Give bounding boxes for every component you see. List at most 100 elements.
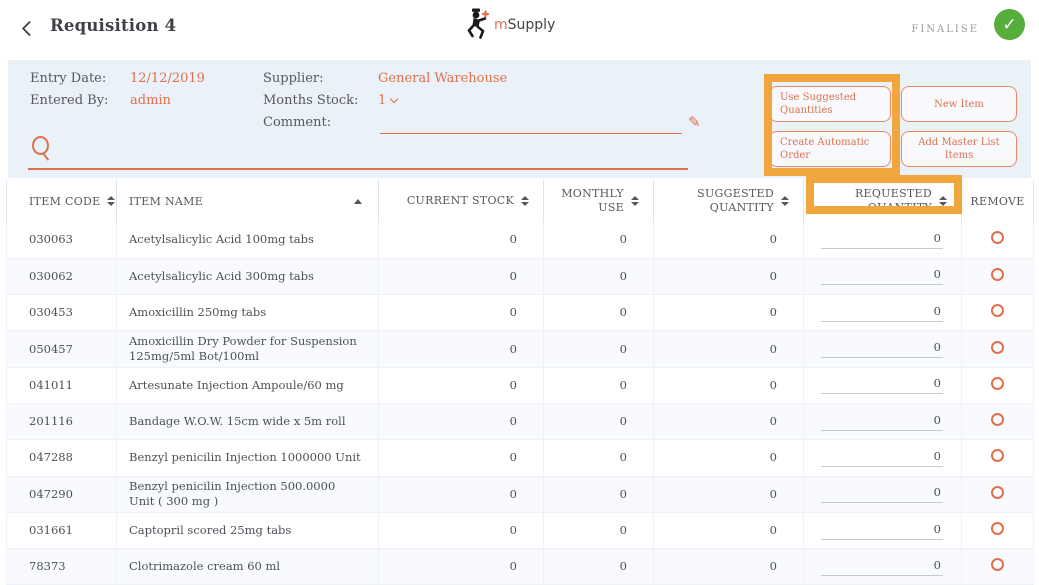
chevron-down-icon: [390, 95, 398, 103]
remove-radio[interactable]: [991, 413, 1004, 426]
months-stock-value: 1: [378, 93, 386, 108]
finalise-button[interactable]: ✓: [994, 9, 1025, 40]
pencil-icon: ✎: [688, 113, 701, 131]
current-stock-cell: 0: [379, 549, 544, 585]
back-button[interactable]: [18, 18, 40, 40]
requisition-items-table: ITEM CODE ITEM NAME CURRENT STOCK MONTHL…: [6, 180, 1034, 585]
chevron-left-icon: [22, 21, 38, 37]
current-stock-cell: 0: [379, 258, 544, 294]
column-header-suggested-quantity[interactable]: SUGGESTED QUANTITY: [654, 180, 804, 222]
table-row[interactable]: 030062 Acetylsalicylic Acid 300mg tabs 0…: [7, 258, 1034, 294]
remove-radio[interactable]: [991, 377, 1004, 390]
table-row[interactable]: 047290 Benzyl penicilin Injection 500.00…: [7, 476, 1034, 512]
current-stock-cell: 0: [379, 512, 544, 548]
monthly-use-cell: 0: [544, 549, 654, 585]
sort-ascending-icon: [354, 199, 362, 204]
search-icon[interactable]: [30, 136, 54, 162]
item-code-cell: 031661: [7, 512, 117, 548]
action-buttons: Use Suggested Quantities New Item Create…: [769, 86, 1017, 167]
table-body: 030063 Acetylsalicylic Acid 100mg tabs 0…: [7, 222, 1034, 585]
comment-label: Comment:: [263, 115, 331, 130]
suggested-quantity-cell: 0: [654, 258, 804, 294]
table-row[interactable]: 030063 Acetylsalicylic Acid 100mg tabs 0…: [7, 222, 1034, 258]
table-row[interactable]: 78373 Clotrimazole cream 60 ml 0 0 0: [7, 549, 1034, 585]
requested-quantity-input[interactable]: [821, 304, 943, 322]
remove-radio[interactable]: [991, 558, 1004, 571]
logo-supply: Supply: [508, 17, 556, 33]
months-stock-label: Months Stock:: [263, 93, 358, 108]
current-stock-cell: 0: [379, 476, 544, 512]
monthly-use-cell: 0: [544, 367, 654, 403]
table-row[interactable]: 041011 Artesunate Injection Ampoule/60 m…: [7, 367, 1034, 403]
monthly-use-cell: 0: [544, 222, 654, 258]
requested-quantity-input[interactable]: [821, 522, 943, 540]
table-row[interactable]: 030453 Amoxicillin 250mg tabs 0 0 0: [7, 295, 1034, 331]
finalise-label: FINALISE: [911, 24, 979, 35]
item-name-cell: Amoxicillin Dry Powder for Suspension 12…: [117, 331, 379, 367]
monthly-use-cell: 0: [544, 331, 654, 367]
requested-quantity-input[interactable]: [821, 449, 943, 467]
check-icon: ✓: [1002, 15, 1016, 35]
search-input[interactable]: [56, 140, 684, 166]
logo-wordmark: mSupply: [494, 17, 555, 41]
current-stock-cell: 0: [379, 403, 544, 439]
remove-radio[interactable]: [991, 486, 1004, 499]
item-code-cell: 201116: [7, 403, 117, 439]
comment-input[interactable]: [380, 112, 682, 134]
remove-radio[interactable]: [991, 522, 1004, 535]
column-header-item-code[interactable]: ITEM CODE: [7, 180, 117, 222]
remove-radio[interactable]: [991, 268, 1004, 281]
requested-quantity-input[interactable]: [821, 413, 943, 431]
monthly-use-cell: 0: [544, 403, 654, 439]
requested-quantity-input[interactable]: [821, 558, 943, 576]
column-header-item-name[interactable]: ITEM NAME: [117, 180, 379, 222]
item-code-cell: 78373: [7, 549, 117, 585]
item-name-cell: Benzyl penicilin Injection 500.0000 Unit…: [117, 476, 379, 512]
monthly-use-cell: 0: [544, 440, 654, 476]
current-stock-cell: 0: [379, 295, 544, 331]
column-header-requested-quantity[interactable]: REQUESTED QUANTITY: [804, 180, 962, 222]
top-bar: Requisition 4 mSupply FINALISE ✓: [0, 0, 1039, 58]
table-row[interactable]: 031661 Captopril scored 25mg tabs 0 0 0: [7, 512, 1034, 548]
sort-icon: [107, 196, 115, 207]
new-item-button[interactable]: New Item: [901, 86, 1017, 122]
requested-quantity-input[interactable]: [821, 340, 943, 358]
column-header-current-stock[interactable]: CURRENT STOCK: [379, 180, 544, 222]
suggested-quantity-cell: 0: [654, 440, 804, 476]
table-header-row: ITEM CODE ITEM NAME CURRENT STOCK MONTHL…: [7, 180, 1034, 222]
logo-m: m: [494, 17, 508, 33]
item-name-cell: Benzyl penicilin Injection 1000000 Unit: [117, 440, 379, 476]
monthly-use-cell: 0: [544, 258, 654, 294]
item-name-cell: Artesunate Injection Ampoule/60 mg: [117, 367, 379, 403]
supplier-value: General Warehouse: [378, 71, 507, 86]
current-stock-cell: 0: [379, 222, 544, 258]
search-underline: [28, 168, 688, 170]
suggested-quantity-cell: 0: [654, 403, 804, 439]
use-suggested-quantities-button[interactable]: Use Suggested Quantities: [769, 86, 891, 122]
item-code-cell: 030453: [7, 295, 117, 331]
suggested-quantity-cell: 0: [654, 549, 804, 585]
sort-icon: [781, 196, 789, 207]
requested-quantity-input[interactable]: [821, 231, 943, 249]
monthly-use-cell: 0: [544, 295, 654, 331]
requested-quantity-input[interactable]: [821, 485, 943, 503]
table-row[interactable]: 201116 Bandage W.O.W. 15cm wide x 5m rol…: [7, 403, 1034, 439]
monthly-use-cell: 0: [544, 476, 654, 512]
add-master-list-items-button[interactable]: Add Master List Items: [901, 131, 1017, 167]
item-name-cell: Captopril scored 25mg tabs: [117, 512, 379, 548]
requested-quantity-input[interactable]: [821, 376, 943, 394]
remove-radio[interactable]: [991, 449, 1004, 462]
remove-radio[interactable]: [991, 231, 1004, 244]
sort-icon: [631, 196, 639, 207]
create-automatic-order-button[interactable]: Create Automatic Order: [769, 131, 891, 167]
remove-radio[interactable]: [991, 304, 1004, 317]
table-row[interactable]: 050457 Amoxicillin Dry Powder for Suspen…: [7, 331, 1034, 367]
current-stock-cell: 0: [379, 440, 544, 476]
column-header-monthly-use[interactable]: MONTHLY USE: [544, 180, 654, 222]
months-stock-dropdown[interactable]: 1: [378, 93, 397, 108]
requested-quantity-input[interactable]: [821, 267, 943, 285]
remove-radio[interactable]: [991, 341, 1004, 354]
current-stock-cell: 0: [379, 331, 544, 367]
item-name-cell: Acetylsalicylic Acid 300mg tabs: [117, 258, 379, 294]
table-row[interactable]: 047288 Benzyl penicilin Injection 100000…: [7, 440, 1034, 476]
